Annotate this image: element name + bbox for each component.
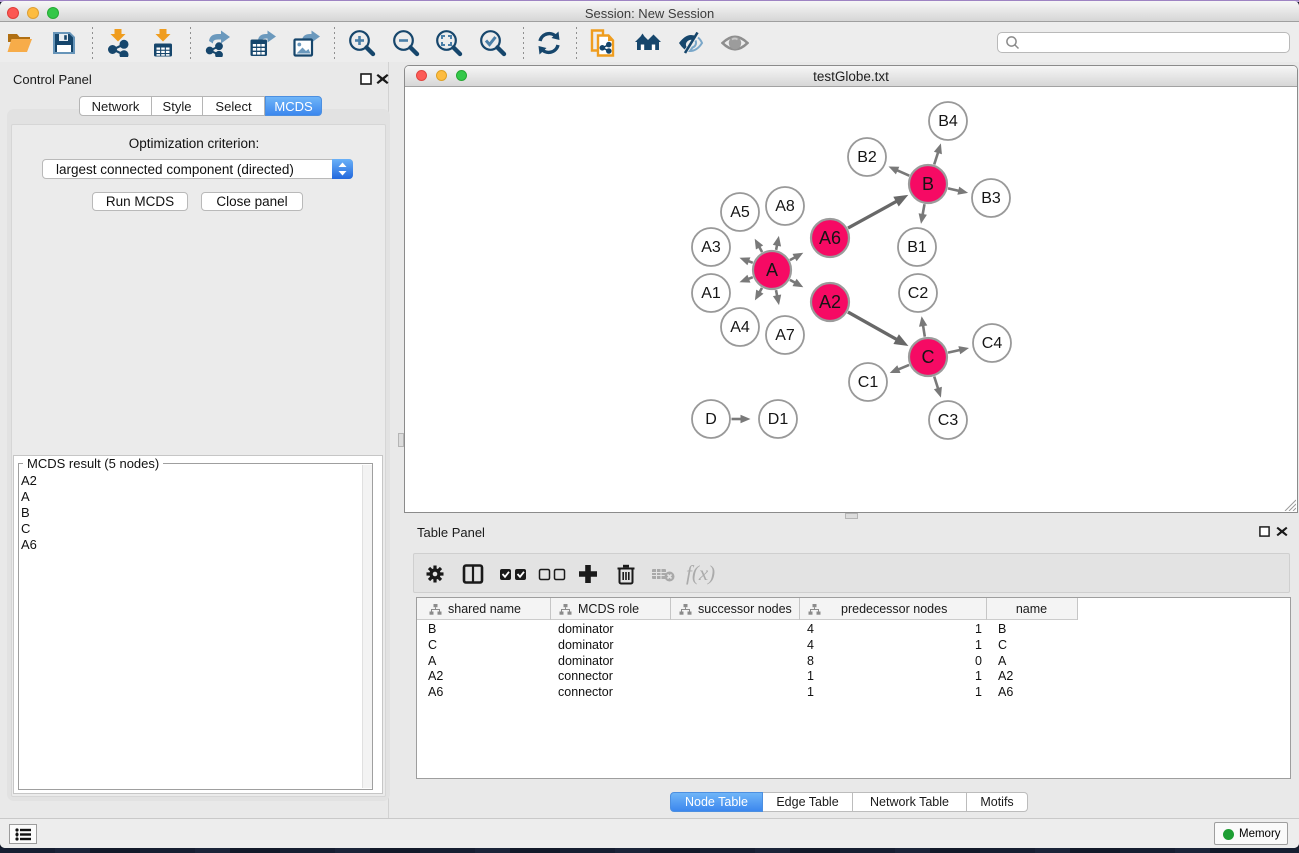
svg-text:B: B — [922, 174, 934, 194]
svg-text:A5: A5 — [730, 204, 750, 221]
svg-text:C: C — [922, 347, 935, 367]
svg-text:D1: D1 — [768, 411, 789, 428]
svg-text:A1: A1 — [701, 285, 721, 302]
svg-text:A: A — [766, 260, 778, 280]
svg-text:C1: C1 — [858, 374, 879, 391]
svg-text:B1: B1 — [907, 239, 927, 256]
svg-text:B4: B4 — [938, 113, 958, 130]
svg-text:C4: C4 — [982, 335, 1003, 352]
svg-text:B2: B2 — [857, 149, 877, 166]
svg-text:B3: B3 — [981, 190, 1001, 207]
svg-text:A3: A3 — [701, 239, 721, 256]
svg-text:D: D — [705, 411, 717, 428]
svg-text:A7: A7 — [775, 327, 795, 344]
svg-text:C3: C3 — [938, 412, 959, 429]
svg-text:A8: A8 — [775, 198, 795, 215]
svg-text:A2: A2 — [819, 292, 841, 312]
svg-text:C2: C2 — [908, 285, 929, 302]
svg-text:A6: A6 — [819, 228, 841, 248]
svg-text:A4: A4 — [730, 319, 750, 336]
